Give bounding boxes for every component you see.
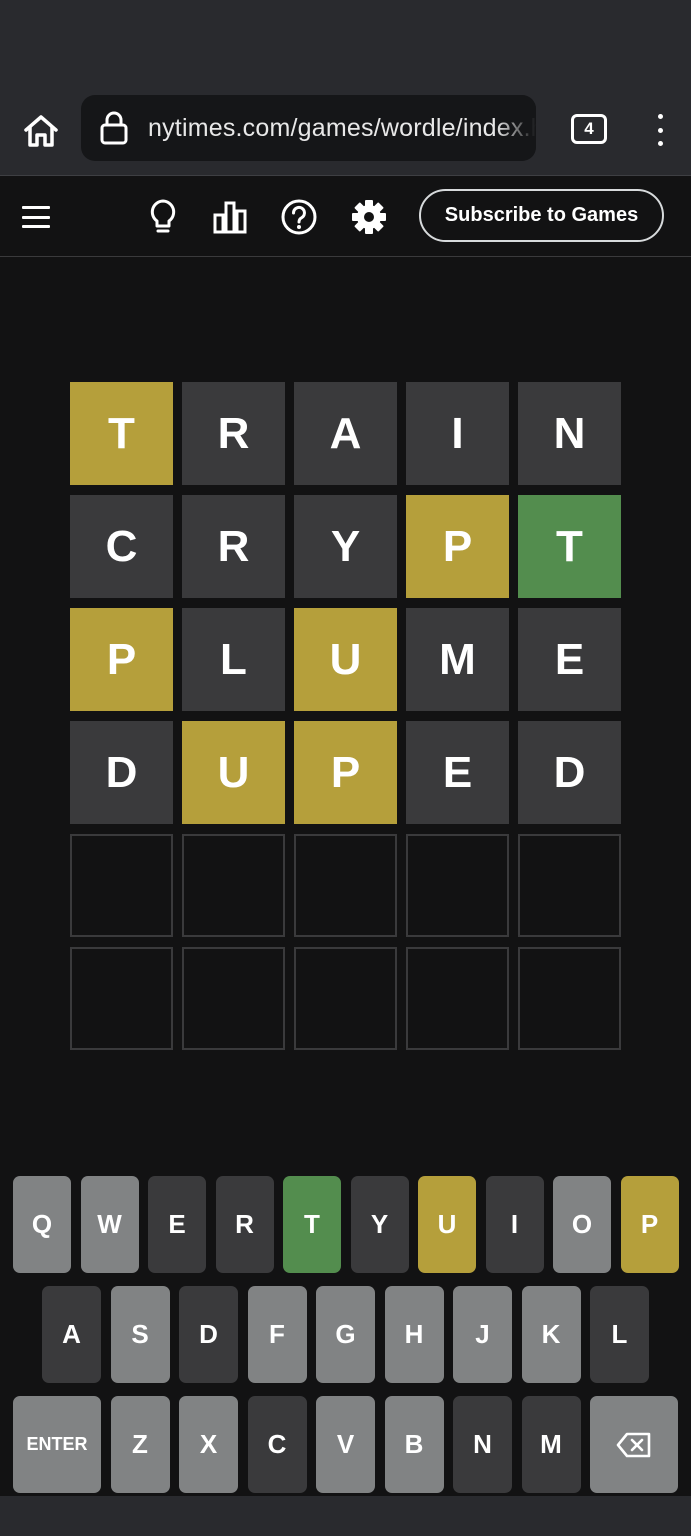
board-tile: C — [70, 495, 173, 598]
board-row: CRYPT — [70, 495, 621, 598]
key-g[interactable]: G — [316, 1286, 375, 1383]
key-i[interactable]: I — [485, 1176, 544, 1273]
browser-toolbar: nytimes.com/games/wordle/index.html 4 — [0, 88, 691, 176]
board-tile — [70, 834, 173, 937]
key-c[interactable]: C — [247, 1396, 307, 1493]
board-row: PLUME — [70, 608, 621, 711]
key-p[interactable]: P — [620, 1176, 679, 1273]
key-q[interactable]: Q — [13, 1176, 71, 1273]
settings-gear-icon[interactable] — [349, 195, 389, 239]
board-tile — [70, 947, 173, 1050]
board-tile: P — [294, 721, 397, 824]
home-icon — [24, 115, 58, 147]
url-fade — [496, 95, 536, 161]
key-x[interactable]: X — [179, 1396, 238, 1493]
board-tile: P — [406, 495, 509, 598]
board-tile — [294, 947, 397, 1050]
lock-icon — [100, 111, 128, 145]
system-navigation-bar — [0, 1496, 691, 1536]
board-tile: R — [182, 495, 285, 598]
subscribe-button[interactable]: Subscribe to Games — [419, 189, 664, 242]
key-e[interactable]: E — [148, 1176, 206, 1273]
on-screen-keyboard: Q W E R T Y U I O P A S D F G H J K L ENTER Z X C V B N M — [0, 1176, 691, 1494]
key-k[interactable]: K — [521, 1286, 581, 1383]
board-tile: T — [518, 495, 621, 598]
board-tile: R — [182, 382, 285, 485]
board-tile: L — [182, 608, 285, 711]
board-tile: E — [518, 608, 621, 711]
statistics-icon[interactable] — [210, 195, 250, 239]
board-tile — [406, 834, 509, 937]
home-button[interactable] — [18, 108, 64, 154]
address-bar[interactable]: nytimes.com/games/wordle/index.html — [81, 95, 536, 161]
key-f[interactable]: F — [247, 1286, 307, 1383]
backspace-key[interactable] — [590, 1396, 678, 1493]
board-tile: D — [518, 721, 621, 824]
key-h[interactable]: H — [384, 1286, 444, 1383]
key-d[interactable]: D — [179, 1286, 238, 1383]
board-tile: M — [406, 608, 509, 711]
board-tile — [182, 947, 285, 1050]
board-tile: Y — [294, 495, 397, 598]
key-y[interactable]: Y — [350, 1176, 409, 1273]
key-n[interactable]: N — [453, 1396, 512, 1493]
more-menu-icon[interactable] — [645, 110, 675, 150]
board-row — [70, 947, 621, 1050]
help-icon[interactable] — [279, 195, 319, 239]
game-header: Subscribe to Games — [0, 177, 691, 257]
board-tile: U — [182, 721, 285, 824]
board-tile: N — [518, 382, 621, 485]
key-b[interactable]: B — [384, 1396, 444, 1493]
url-text: nytimes.com/games/wordle/index.html — [148, 114, 536, 142]
board-row: TRAIN — [70, 382, 621, 485]
key-a[interactable]: A — [42, 1286, 101, 1383]
board-tile — [518, 947, 621, 1050]
board-tile — [518, 834, 621, 937]
board-tile: A — [294, 382, 397, 485]
board-tile — [182, 834, 285, 937]
status-bar — [0, 0, 691, 88]
key-v[interactable]: V — [316, 1396, 375, 1493]
board-tile: T — [70, 382, 173, 485]
key-s[interactable]: S — [110, 1286, 170, 1383]
board-tile: E — [406, 721, 509, 824]
tab-switcher-button[interactable]: 4 — [571, 114, 607, 144]
key-r[interactable]: R — [215, 1176, 274, 1273]
board-row — [70, 834, 621, 937]
hint-bulb-icon[interactable] — [143, 195, 183, 239]
board-row: DUPED — [70, 721, 621, 824]
board-tile — [406, 947, 509, 1050]
board-tile — [294, 834, 397, 937]
board-tile: U — [294, 608, 397, 711]
game-board: TRAINCRYPTPLUMEDUPED — [70, 382, 621, 1050]
key-o[interactable]: O — [553, 1176, 611, 1273]
key-t[interactable]: T — [283, 1176, 341, 1273]
key-l[interactable]: L — [590, 1286, 649, 1383]
board-tile: P — [70, 608, 173, 711]
hamburger-menu-icon[interactable] — [22, 206, 50, 228]
key-j[interactable]: J — [453, 1286, 512, 1383]
enter-key[interactable]: ENTER — [13, 1396, 101, 1493]
key-w[interactable]: W — [80, 1176, 139, 1273]
key-z[interactable]: Z — [110, 1396, 170, 1493]
board-tile: I — [406, 382, 509, 485]
board-tile: D — [70, 721, 173, 824]
key-u[interactable]: U — [418, 1176, 476, 1273]
backspace-icon — [616, 1432, 651, 1457]
key-m[interactable]: M — [521, 1396, 581, 1493]
tab-count: 4 — [584, 119, 594, 138]
